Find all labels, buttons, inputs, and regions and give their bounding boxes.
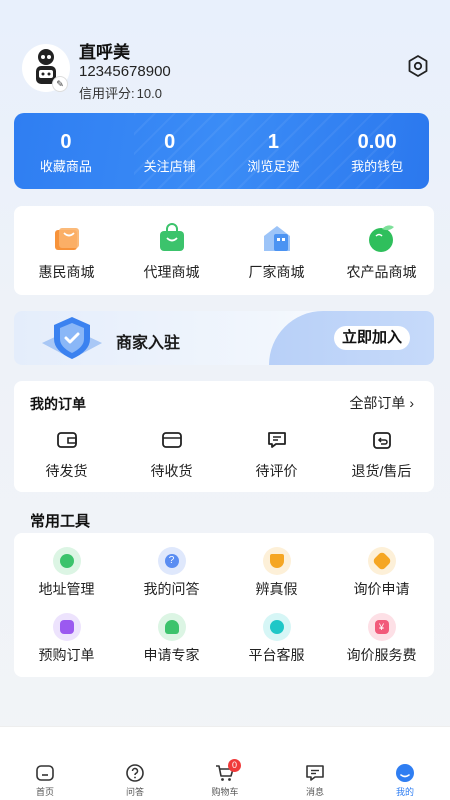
orders-card: 我的订单 全部订单 › 待发货 待收货 待评价 退货/售后 <box>14 381 434 492</box>
chat-icon <box>306 765 324 781</box>
all-orders-label: 全部订单 <box>349 395 406 411</box>
stat-value: 0.00 <box>357 131 397 153</box>
stat-label: 浏览足迹 <box>247 159 300 174</box>
user-phone: 12345678900 <box>79 63 171 80</box>
merchant-banner[interactable]: 商家入驻 立即加入 <box>14 311 434 365</box>
stats-card: 0 收藏商品 0 关注店铺 1 浏览足迹 0.00 我的钱包 <box>14 113 429 189</box>
tab-label: 首页 <box>35 787 54 797</box>
mall-factory[interactable]: 厂家商城 <box>224 206 329 295</box>
tab-label: 问答 <box>125 787 144 797</box>
tools-grid: 地址管理 ? 我的问答 辨真假 询价申请 预购订单 申请专家 平台客服 ¥ 询价… <box>14 547 434 665</box>
stat-label: 我的钱包 <box>351 159 404 174</box>
order-to-ship[interactable]: 待发货 <box>14 429 119 481</box>
tool-label: 辨真假 <box>255 581 298 597</box>
mall-label: 农产品商城 <box>346 264 417 280</box>
tool-label: 我的问答 <box>143 581 200 597</box>
tool-customer-service[interactable]: 平台客服 <box>224 613 329 665</box>
tool-authenticate[interactable]: 辨真假 <box>224 547 329 599</box>
stat-followed-shops[interactable]: 0 关注店铺 <box>118 113 222 189</box>
tab-mine[interactable]: 我的 <box>360 727 450 800</box>
tool-expert[interactable]: 申请专家 <box>119 613 224 665</box>
document-icon <box>52 613 81 641</box>
credit-score-value: 10.0 <box>136 86 162 101</box>
stat-label: 关注店铺 <box>143 159 196 174</box>
tab-label: 我的 <box>395 787 414 797</box>
tool-preorder[interactable]: 预购订单 <box>14 613 119 665</box>
tool-qa[interactable]: ? 我的问答 <box>119 547 224 599</box>
location-icon <box>52 547 81 575</box>
expert-icon <box>157 613 186 641</box>
bottom-tab-bar: 首页 问答 0 购物车 消息 我的 <box>0 726 450 800</box>
stat-value: 0 <box>60 131 72 153</box>
shopping-bag-green-icon <box>159 223 184 251</box>
tab-messages[interactable]: 消息 <box>270 727 360 800</box>
orders-title: 我的订单 <box>30 396 86 412</box>
mall-agricultural[interactable]: 农产品商城 <box>329 206 434 295</box>
stat-value: 1 <box>267 131 279 153</box>
user-name: 直呼美 <box>79 43 130 62</box>
join-now-button[interactable]: 立即加入 <box>334 326 410 350</box>
profile-icon <box>396 764 414 782</box>
tab-home[interactable]: 首页 <box>0 727 90 800</box>
order-label: 退货/售后 <box>351 463 412 479</box>
tools-card: 地址管理 ? 我的问答 辨真假 询价申请 预购订单 申请专家 平台客服 ¥ 询价… <box>14 533 434 677</box>
home-icon <box>36 765 54 781</box>
profile-header: ✎ 直呼美 12345678900 信用评分: 10.0 <box>20 36 430 102</box>
tool-inquiry[interactable]: 询价申请 <box>329 547 434 599</box>
tools-title: 常用工具 <box>30 513 91 530</box>
order-status-row: 待发货 待收货 待评价 退货/售后 <box>14 429 434 481</box>
mall-label: 厂家商城 <box>248 264 305 280</box>
trophy-icon <box>262 547 291 575</box>
order-label: 待评价 <box>255 463 298 479</box>
tab-qa[interactable]: 问答 <box>90 727 180 800</box>
tool-label: 询价申请 <box>353 581 410 597</box>
edit-avatar-icon[interactable]: ✎ <box>52 76 68 92</box>
mall-label: 惠民商城 <box>38 264 95 280</box>
tool-label: 平台客服 <box>248 647 305 663</box>
all-orders-link[interactable]: 全部订单 › <box>349 393 414 413</box>
factory-building-icon <box>263 226 290 251</box>
order-label: 待收货 <box>150 463 193 479</box>
tool-inquiry-fee[interactable]: ¥ 询价服务费 <box>329 613 434 665</box>
stat-favorites[interactable]: 0 收藏商品 <box>14 113 118 189</box>
tab-label: 购物车 <box>211 787 239 797</box>
tool-address[interactable]: 地址管理 <box>14 547 119 599</box>
mall-huimin[interactable]: 惠民商城 <box>14 206 119 295</box>
tag-icon <box>367 547 396 575</box>
stat-wallet[interactable]: 0.00 我的钱包 <box>325 113 429 189</box>
merchant-shield-icon <box>42 317 102 359</box>
card-icon <box>161 432 182 448</box>
stat-label: 收藏商品 <box>39 159 92 174</box>
credit-score-label: 信用评分: <box>79 86 135 101</box>
malls-card: 惠民商城 代理商城 厂家商城 农产品商城 <box>14 206 434 295</box>
mall-label: 代理商城 <box>143 264 200 280</box>
order-label: 待发货 <box>45 463 88 479</box>
question-icon: ? <box>157 547 186 575</box>
tool-label: 询价服务费 <box>346 647 417 663</box>
headset-icon <box>262 613 291 641</box>
mall-agent[interactable]: 代理商城 <box>119 206 224 295</box>
order-returns[interactable]: 退货/售后 <box>329 429 434 481</box>
settings-icon[interactable] <box>406 54 430 78</box>
wallet-icon <box>56 432 77 448</box>
stat-history[interactable]: 1 浏览足迹 <box>222 113 326 189</box>
apple-icon <box>368 225 394 252</box>
order-to-review[interactable]: 待评价 <box>224 429 329 481</box>
credit-score: 信用评分: 10.0 <box>79 83 162 102</box>
banner-title: 商家入驻 <box>116 335 181 352</box>
order-to-receive[interactable]: 待收货 <box>119 429 224 481</box>
cart-badge: 0 <box>228 759 241 772</box>
chevron-right-icon: › <box>405 395 414 411</box>
message-icon <box>267 432 286 448</box>
tab-cart[interactable]: 0 购物车 <box>180 727 270 800</box>
fee-icon: ¥ <box>367 613 396 641</box>
question-circle-icon <box>126 764 144 782</box>
tool-label: 预购订单 <box>38 647 95 663</box>
tab-label: 消息 <box>305 787 324 797</box>
tool-label: 申请专家 <box>143 647 200 663</box>
stat-value: 0 <box>164 131 176 153</box>
shopping-bag-orange-icon <box>54 228 79 250</box>
tool-label: 地址管理 <box>38 581 95 597</box>
return-icon <box>372 432 391 449</box>
